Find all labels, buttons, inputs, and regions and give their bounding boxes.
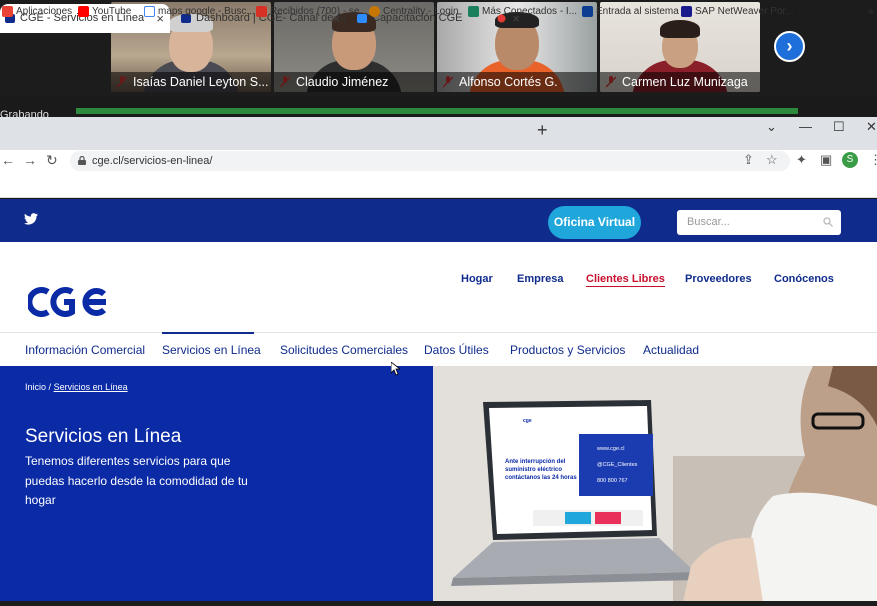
participant-name: Alfonso Cortés G. — [437, 72, 597, 92]
forward-button[interactable]: → — [23, 152, 37, 168]
bookmark-apps[interactable]: Aplicaciones — [2, 5, 72, 18]
maximize-button[interactable]: ☐ — [833, 119, 845, 135]
next-participants-button[interactable]: › — [774, 31, 805, 62]
subnav-datos-utiles[interactable]: Datos Útiles — [424, 343, 489, 357]
lock-icon — [78, 156, 86, 165]
laptop-screen-brand: cge — [523, 418, 532, 424]
screen: Isaías Daniel Leyton S... Claudio Jiméne… — [0, 0, 877, 606]
hero-title: Servicios en Línea — [25, 426, 182, 447]
mas-conectados-icon — [468, 6, 479, 17]
bookmark-sap[interactable]: SAP NetWeaver Por... — [681, 5, 794, 18]
back-button[interactable]: ← — [1, 152, 15, 168]
person-hair — [660, 20, 700, 38]
tab-search-icon[interactable]: ⌄ — [766, 119, 777, 135]
new-tab-button[interactable]: + — [537, 120, 548, 141]
bookmarks-bar — [0, 174, 877, 198]
bookmark-label: Entrada al sistema — [596, 6, 679, 17]
subnav-actualidad[interactable]: Actualidad — [643, 343, 699, 357]
hero-image: cge Ante interrupción del suministro elé… — [433, 366, 877, 602]
share-icon[interactable]: ⇪ — [743, 152, 754, 168]
minimize-button[interactable]: — — [799, 119, 812, 134]
breadcrumb-home[interactable]: Inicio — [25, 382, 46, 392]
bookmark-label: Recibidos (700) - se... — [270, 6, 368, 17]
laptop-screen-twitter: @CGE_Clientes — [597, 462, 638, 468]
laptop-screen-card-blue — [565, 512, 591, 524]
cge-logo[interactable] — [28, 286, 110, 318]
bookmark-maps[interactable]: maps google - Busc... — [144, 5, 255, 18]
header-divider — [0, 332, 877, 333]
sap-icon — [582, 6, 593, 17]
bookmark-label: Aplicaciones — [16, 6, 73, 17]
url-text: cge.cl/servicios-en-linea/ — [92, 155, 213, 167]
subnav-servicios-en-linea[interactable]: Servicios en Línea — [162, 343, 261, 357]
breadcrumb-current[interactable]: Servicios en Línea — [54, 382, 128, 392]
participant-name: Isaías Daniel Leyton S... — [111, 72, 271, 92]
nav-hogar[interactable]: Hogar — [461, 273, 493, 286]
centrality-icon — [369, 6, 380, 17]
site-search-input[interactable]: Buscar... — [677, 210, 841, 235]
search-placeholder: Buscar... — [687, 216, 730, 228]
hero-description: Tenemos diferentes servicios para que pu… — [25, 454, 248, 507]
participant-name: Claudio Jiménez — [274, 72, 434, 92]
apps-grid-icon — [2, 6, 13, 17]
bookmark-label: Más Conectados - I... — [482, 6, 578, 17]
laptop-screen-web: www.cge.cl — [597, 446, 625, 452]
bookmark-entrada[interactable]: Entrada al sistema — [582, 5, 679, 18]
participant-name: Carmen Luz Munizaga — [600, 72, 760, 92]
nav-empresa[interactable]: Empresa — [517, 273, 563, 286]
bookmark-label: Centrality - Login — [383, 6, 459, 17]
search-icon[interactable] — [823, 217, 833, 227]
subnav-solicitudes-comerciales[interactable]: Solicitudes Comerciales — [280, 343, 408, 357]
oficina-virtual-button[interactable]: Oficina Virtual — [548, 206, 641, 239]
bookmark-star-icon[interactable]: ☆ — [766, 152, 778, 168]
bookmark-label: YouTube — [92, 6, 132, 17]
mouse-cursor-icon — [391, 362, 400, 376]
breadcrumb-separator: / — [48, 382, 52, 392]
nav-clientes-libres[interactable]: Clientes Libres — [586, 273, 665, 287]
menu-icon[interactable]: ⋮ — [869, 152, 877, 168]
nav-proveedores[interactable]: Proveedores — [685, 273, 752, 286]
bookmark-centrality[interactable]: Centrality - Login — [369, 5, 459, 18]
laptop-screen-phone: 800 800 767 — [597, 478, 628, 484]
laptop-photo — [433, 366, 877, 602]
breadcrumb: Inicio / Servicios en Línea — [25, 382, 128, 392]
bookmark-gmail[interactable]: Recibidos (700) - se... — [256, 5, 368, 18]
meeting-toolbar-strip — [76, 108, 798, 114]
bookmark-label: maps google - Busc... — [158, 6, 255, 17]
youtube-icon — [78, 6, 89, 17]
subnav-productos-servicios[interactable]: Productos y Servicios — [510, 343, 625, 357]
browser-tab-bar — [0, 117, 877, 150]
close-window-button[interactable]: ✕ — [866, 119, 877, 135]
bookmarks-more[interactable]: » — [856, 5, 874, 18]
bookmark-mas-conectados[interactable]: Más Conectados - I... — [468, 5, 577, 18]
subnav-informacion-comercial[interactable]: Información Comercial — [25, 343, 145, 357]
laptop-screen-card-red — [595, 512, 621, 524]
side-panel-icon[interactable]: ▣ — [820, 152, 832, 168]
laptop-screen-headline: Ante interrupción del suministro eléctri… — [505, 459, 577, 481]
extensions-icon[interactable]: ✦ — [796, 152, 807, 168]
reload-button[interactable]: ↻ — [46, 152, 58, 169]
bookmark-label: SAP NetWeaver Por... — [695, 6, 794, 17]
profile-avatar[interactable]: S — [842, 152, 858, 168]
nav-conocenos[interactable]: Conócenos — [774, 273, 834, 286]
url-bar[interactable]: cge.cl/servicios-en-linea/ — [70, 151, 790, 171]
bookmark-youtube[interactable]: YouTube — [78, 5, 131, 18]
sap-icon — [681, 6, 692, 17]
subnav-active-indicator — [162, 332, 254, 334]
bottom-bar — [0, 601, 877, 606]
twitter-icon[interactable] — [24, 213, 38, 225]
google-icon — [144, 6, 155, 17]
gmail-icon — [256, 6, 267, 17]
